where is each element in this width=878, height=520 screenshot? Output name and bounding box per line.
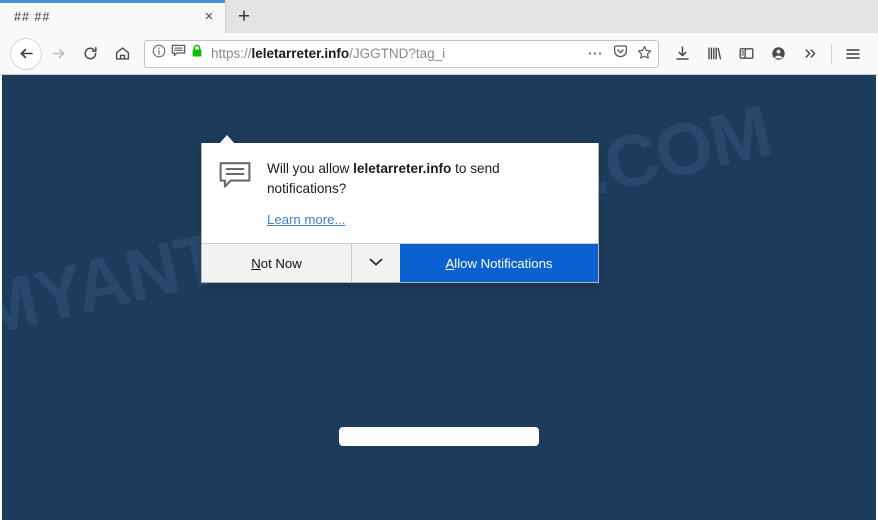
pocket-icon[interactable]	[613, 44, 628, 64]
url-text[interactable]: https://leletarreter.info/JGGTND?tag_i	[211, 46, 582, 61]
toolbar-right	[667, 38, 868, 70]
back-button[interactable]	[10, 37, 42, 70]
url-bar-actions: ⋯	[582, 44, 653, 64]
sidebar-icon	[738, 45, 755, 62]
url-bar[interactable]: https://leletarreter.info/JGGTND?tag_i ⋯	[144, 39, 659, 68]
question-prefix: Will you allow	[267, 161, 354, 176]
library-icon	[706, 45, 723, 62]
account-icon	[770, 45, 787, 62]
home-icon	[114, 45, 131, 62]
overflow-button[interactable]	[795, 38, 825, 70]
tab-title: ## ##	[14, 9, 51, 24]
menu-button[interactable]	[838, 38, 868, 70]
popup-text: Will you allow leletarreter.info to send…	[267, 159, 582, 229]
popup-actions: Not Now Allow Notifications	[202, 243, 598, 283]
not-now-button[interactable]: Not Now	[202, 244, 352, 283]
navigation-toolbar: https://leletarreter.info/JGGTND?tag_i ⋯	[0, 33, 878, 75]
page-content: Please tap the "Allow" button to continu…	[0, 75, 878, 520]
page-loading-bar	[339, 427, 539, 446]
more-actions-icon[interactable]: ⋯	[588, 46, 605, 61]
page-left-edge	[0, 75, 2, 520]
not-now-accesskey: N	[251, 255, 261, 271]
not-now-label-rest: ot Now	[260, 255, 302, 271]
allow-label-rest: llow Notifications	[454, 255, 553, 271]
info-icon[interactable]	[152, 44, 166, 63]
star-icon[interactable]	[637, 45, 652, 63]
downloads-button[interactable]	[667, 38, 697, 70]
notification-bubble-icon[interactable]	[171, 44, 186, 63]
account-button[interactable]	[763, 38, 793, 70]
allow-accesskey: A	[445, 255, 455, 271]
tab-active[interactable]: ## ## ×	[0, 0, 226, 33]
back-arrow-icon	[18, 45, 35, 62]
new-tab-button[interactable]: +	[226, 0, 262, 33]
popup-arrow	[219, 135, 235, 144]
library-button[interactable]	[699, 38, 729, 70]
url-scheme: https://	[211, 46, 252, 61]
popup-body: Will you allow leletarreter.info to send…	[202, 143, 598, 244]
notification-permission-popup: Will you allow leletarreter.info to send…	[201, 135, 599, 284]
browser-window: ## ## × + https://leletarreter.info/JGGT…	[0, 0, 878, 520]
tab-strip-empty-area	[262, 0, 878, 33]
allow-notifications-button[interactable]: Allow Notifications	[400, 244, 598, 283]
url-path: /JGGTND?tag_i	[349, 46, 446, 61]
toolbar-separator	[831, 43, 832, 64]
chevrons-right-icon	[802, 45, 819, 62]
url-host: leletarreter.info	[251, 46, 350, 61]
close-icon[interactable]: ×	[199, 7, 219, 27]
forward-button[interactable]	[42, 38, 74, 70]
padlock-icon[interactable]	[191, 44, 203, 63]
tab-strip: ## ## × +	[0, 0, 878, 33]
question-host: leletarreter.info	[353, 161, 452, 176]
forward-arrow-icon	[50, 45, 67, 62]
reload-button[interactable]	[74, 38, 106, 70]
permission-dropdown-button[interactable]	[352, 244, 400, 283]
chevron-down-icon	[369, 254, 383, 272]
home-button[interactable]	[106, 38, 138, 70]
sidebar-button[interactable]	[731, 38, 761, 70]
download-icon	[674, 45, 691, 62]
notification-bubble-icon	[219, 159, 253, 229]
reload-icon	[82, 45, 99, 62]
popup-question: Will you allow leletarreter.info to send…	[267, 159, 582, 198]
identity-box[interactable]	[152, 44, 203, 63]
hamburger-menu-icon	[844, 45, 862, 63]
learn-more-link[interactable]: Learn more...	[267, 212, 345, 227]
